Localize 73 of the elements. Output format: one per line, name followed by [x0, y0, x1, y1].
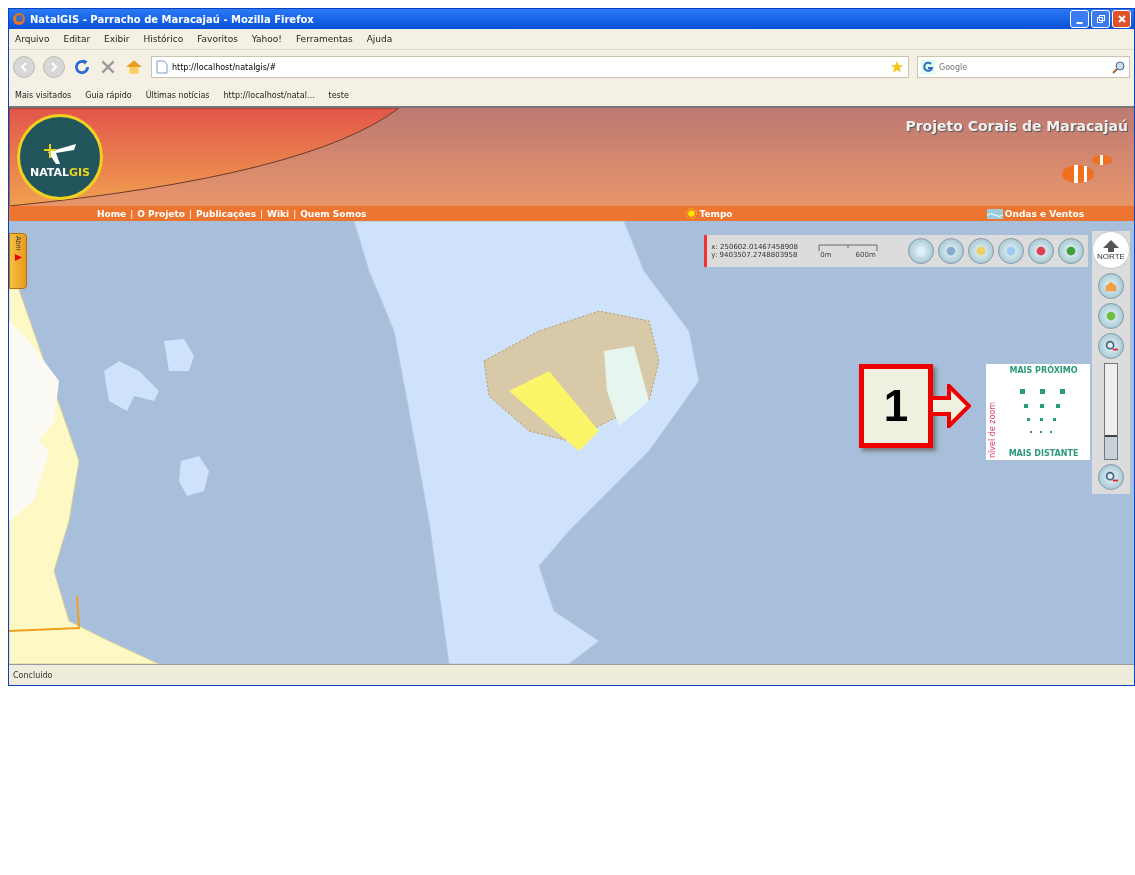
zoom-far-label: MAIS DISTANTE: [1008, 449, 1079, 458]
dot-icon: [1034, 244, 1048, 258]
house-icon: [1104, 279, 1118, 293]
logo-text: NATALGIS: [29, 165, 91, 179]
page-icon: [156, 60, 168, 74]
close-icon: [1116, 14, 1127, 24]
zoom-slider-fill[interactable]: [1105, 435, 1117, 459]
search-icon[interactable]: [1112, 60, 1126, 74]
status-text: Concluído: [13, 670, 53, 680]
forward-button[interactable]: [43, 56, 65, 78]
round-tool-button[interactable]: [1098, 303, 1124, 329]
restore-button[interactable]: [1091, 10, 1110, 28]
dot-icon: [1004, 244, 1018, 258]
zoom-slider[interactable]: [1104, 363, 1118, 460]
zoom-axis-label: nível de zoom: [988, 400, 997, 458]
search-bar[interactable]: Google: [917, 56, 1130, 78]
search-engine-icon[interactable]: [921, 60, 935, 74]
round-tool-button[interactable]: [938, 238, 964, 264]
menu-item[interactable]: Exibir: [104, 34, 130, 44]
menu-item[interactable]: Ajuda: [366, 34, 393, 44]
site-title: Projeto Corais de Maracajaú: [905, 118, 1128, 134]
zoom-in-button[interactable]: [1098, 333, 1124, 359]
bookmark-item[interactable]: http://localhost/natal...: [223, 90, 315, 100]
bookmark-item[interactable]: teste: [328, 90, 349, 100]
address-field[interactable]: http://localhost/natalgis/#: [172, 62, 886, 72]
back-button[interactable]: [13, 56, 35, 78]
magnifier-icon: [1104, 470, 1118, 484]
dot-icon: [944, 244, 958, 258]
round-tool-button[interactable]: [968, 238, 994, 264]
round-tool-button[interactable]: [1028, 238, 1054, 264]
dot-icon: [1064, 244, 1078, 258]
triangle-icon: [14, 253, 22, 261]
round-tool-button[interactable]: [1098, 273, 1124, 299]
home-icon[interactable]: [125, 58, 143, 76]
star-icon[interactable]: [890, 60, 904, 74]
stop-icon[interactable]: [99, 58, 117, 76]
callout-badge: 1: [859, 364, 933, 448]
round-tool-button[interactable]: [998, 238, 1024, 264]
dot-icon: [1104, 309, 1118, 323]
window-title: NatalGIS - Parracho de Maracajaú - Mozilla Firefox: [30, 13, 315, 25]
restore-icon: [1095, 14, 1106, 24]
north-button[interactable]: NORTE: [1092, 231, 1130, 269]
magnifier-icon: [1104, 339, 1118, 353]
menu-item[interactable]: Yahoo!: [251, 34, 282, 44]
minimize-button[interactable]: [1070, 10, 1089, 28]
zoom-near-label: MAIS PRÓXIMO: [1009, 366, 1078, 375]
close-button[interactable]: [1112, 10, 1131, 28]
sun-icon: [686, 208, 698, 219]
round-tool-button[interactable]: [908, 238, 934, 264]
menu-item[interactable]: Editar: [63, 34, 91, 44]
dot-icon: [974, 244, 988, 258]
menu-item[interactable]: Favoritos: [197, 34, 238, 44]
separator: |: [293, 208, 297, 219]
separator: |: [188, 208, 192, 219]
menu-item[interactable]: Arquivo: [15, 34, 50, 44]
waves-icon: [986, 208, 1003, 219]
separator: |: [260, 208, 264, 219]
zoom-out-button[interactable]: [1098, 464, 1124, 490]
scale-bar-icon: [818, 243, 878, 251]
north-arrow-icon: [1103, 239, 1119, 252]
address-bar[interactable]: http://localhost/natalgis/#: [151, 56, 909, 78]
round-tool-button[interactable]: [1058, 238, 1084, 264]
callout-arrow-icon: [931, 384, 971, 428]
dot-icon: [914, 244, 928, 258]
separator: |: [130, 208, 134, 219]
bookmark-item[interactable]: Últimas notícias: [145, 90, 210, 100]
reload-icon[interactable]: [73, 58, 91, 76]
bookmark-item[interactable]: Guia rápido: [85, 90, 132, 100]
menu-item[interactable]: Ferramentas: [295, 34, 353, 44]
minimize-icon: [1076, 22, 1083, 24]
browser-logo-icon: [12, 12, 26, 26]
bookmark-item[interactable]: Mais visitados: [15, 90, 72, 100]
menu-item[interactable]: Histórico: [143, 34, 184, 44]
